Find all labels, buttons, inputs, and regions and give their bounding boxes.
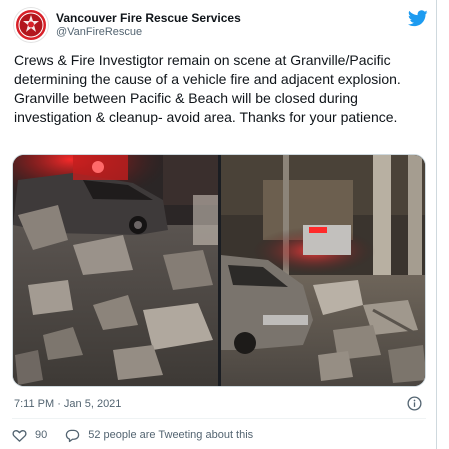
right-photo[interactable] (221, 155, 426, 387)
twitter-bird-icon[interactable] (408, 10, 428, 27)
left-photo[interactable] (13, 155, 218, 387)
media-photos (13, 155, 426, 387)
tweet-media[interactable] (12, 154, 426, 387)
fire-rescue-logo-icon (18, 12, 44, 38)
user-handle[interactable]: @VanFireRescue (56, 25, 241, 39)
divider (12, 418, 426, 419)
reply-action[interactable]: 52 people are Tweeting about this (65, 428, 253, 443)
tweet-text: Crews & Fire Investigtor remain on scene… (14, 52, 401, 125)
heart-icon[interactable] (12, 428, 27, 443)
tweet-timestamp[interactable]: 7:11 PM · Jan 5, 2021 (14, 398, 121, 410)
tweet-meta: 7:11 PM · Jan 5, 2021 (14, 395, 424, 413)
tweeting-about-text: 52 people are Tweeting about this (88, 429, 254, 441)
tweet-card[interactable]: Vancouver Fire Rescue Services @VanFireR… (0, 0, 437, 449)
info-icon[interactable] (407, 396, 422, 411)
speech-bubble-icon[interactable] (65, 428, 80, 443)
avatar[interactable] (14, 8, 48, 42)
display-name[interactable]: Vancouver Fire Rescue Services (56, 11, 241, 25)
like-count: 90 (35, 429, 48, 441)
tweet-actions: 90 52 people are Tweeting about this (12, 425, 271, 445)
like-action[interactable]: 90 (12, 428, 47, 443)
tweet-header: Vancouver Fire Rescue Services @VanFireR… (12, 8, 428, 44)
author-names: Vancouver Fire Rescue Services @VanFireR… (56, 11, 241, 39)
